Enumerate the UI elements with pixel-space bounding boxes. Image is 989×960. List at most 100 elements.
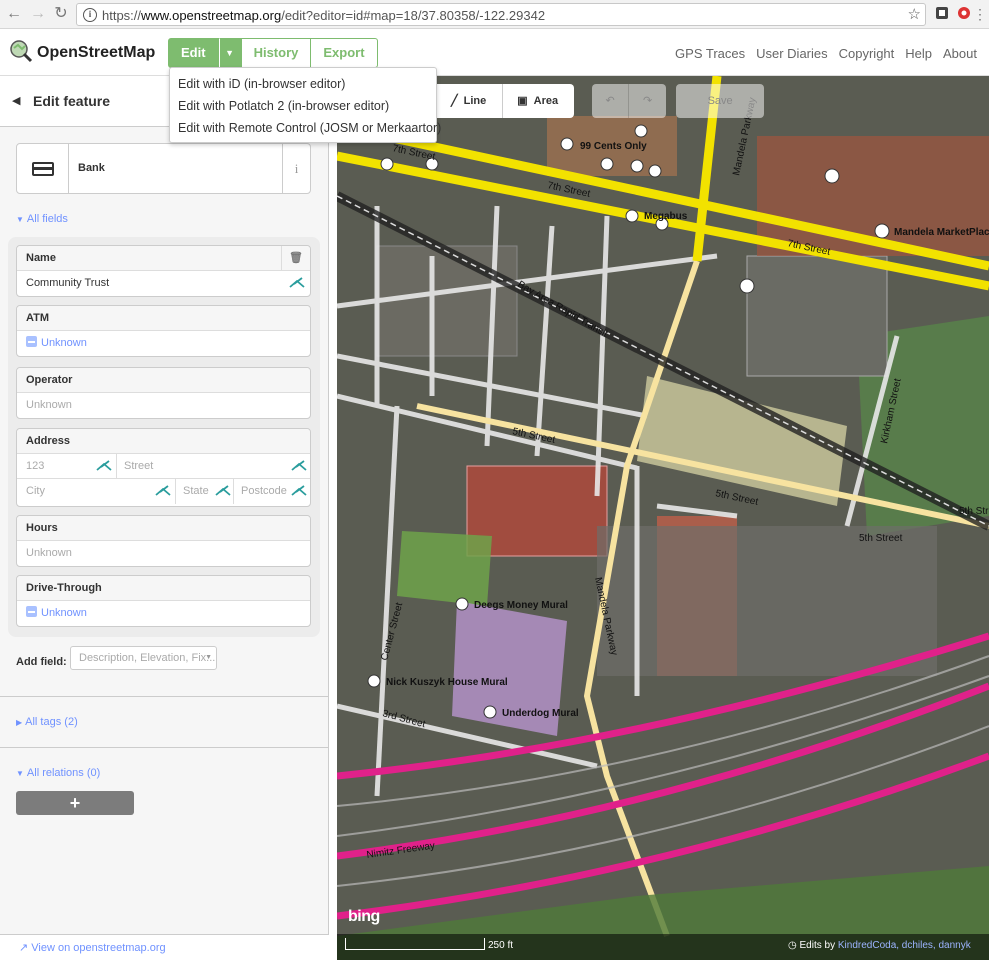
preset-info-icon[interactable]: i bbox=[282, 144, 310, 193]
sidebar: ◀ Edit feature Bank i ▼ All fields Name 🗑 … bbox=[0, 76, 329, 960]
field-name: Name 🗑 Community Trust bbox=[16, 245, 311, 297]
poi-label: Deegs Money Mural bbox=[474, 600, 568, 611]
wiki-icon[interactable] bbox=[154, 483, 172, 499]
address-bar[interactable]: i https://www.openstreetmap.org/edit?edi… bbox=[76, 3, 926, 26]
operator-input[interactable]: Unknown bbox=[17, 393, 310, 418]
add-line-button[interactable]: ╱ Line bbox=[437, 84, 504, 118]
all-tags-toggle[interactable]: ▶ All tags (2) bbox=[16, 716, 78, 728]
help-link[interactable]: Help bbox=[905, 46, 932, 61]
field-label: Address bbox=[17, 429, 310, 454]
bookmark-star-icon[interactable]: ☆ bbox=[908, 5, 921, 23]
field-drive-through: Drive-Through Unknown bbox=[16, 575, 311, 627]
extension-icon[interactable] bbox=[935, 6, 949, 20]
field-hours: Hours Unknown bbox=[16, 515, 311, 567]
address-row-2: City State Postcode bbox=[17, 479, 310, 504]
street-input[interactable]: Street bbox=[124, 454, 153, 479]
map-canvas[interactable]: 7th Street 7th Street 7th Street Mandela… bbox=[337, 76, 989, 960]
wiki-icon[interactable] bbox=[214, 483, 232, 499]
user-diaries-link[interactable]: User Diaries bbox=[756, 46, 828, 61]
street-label: 5th Street bbox=[859, 533, 903, 544]
menu-item-edit-remote[interactable]: Edit with Remote Control (JOSM or Merkaa… bbox=[170, 117, 441, 139]
edit-button[interactable]: Edit bbox=[168, 38, 219, 68]
credit-card-icon bbox=[32, 162, 54, 176]
drive-through-checkbox[interactable]: Unknown bbox=[17, 601, 310, 626]
history-button[interactable]: History bbox=[240, 38, 312, 68]
menu-item-edit-id[interactable]: Edit with iD (in-browser editor) bbox=[170, 73, 436, 95]
preset-selector[interactable]: Bank i bbox=[16, 143, 311, 194]
add-area-button[interactable]: ▣ Area bbox=[503, 84, 575, 118]
map-toolbar: ╱ Line ▣ Area ↶ ↷ Save bbox=[437, 84, 765, 118]
city-input[interactable]: City bbox=[26, 479, 45, 504]
gps-traces-link[interactable]: GPS Traces bbox=[675, 46, 745, 61]
line-icon: ╱ bbox=[451, 95, 458, 107]
address-row-1: 123 Street bbox=[17, 454, 310, 479]
checkbox-icon bbox=[26, 336, 37, 347]
field-label: Operator bbox=[17, 368, 310, 393]
edit-dropdown-caret-icon[interactable]: ▼ bbox=[218, 38, 241, 68]
menu-item-edit-potlatch[interactable]: Edit with Potlatch 2 (in-browser editor) bbox=[170, 95, 436, 117]
view-on-osm-link[interactable]: ↗ View on openstreetmap.org bbox=[19, 941, 166, 954]
poi-label: Nick Kuszyk House Mural bbox=[386, 677, 508, 688]
export-button[interactable]: Export bbox=[311, 38, 378, 68]
field-address: Address 123 Street City State Postcode bbox=[16, 428, 311, 507]
map-imagery[interactable]: 7th Street 7th Street 7th Street Mandela… bbox=[337, 76, 989, 960]
osm-logo-icon[interactable] bbox=[9, 39, 33, 63]
name-input[interactable]: Community Trust bbox=[17, 271, 310, 296]
all-relations-toggle[interactable]: ▼ All relations (0) bbox=[16, 767, 100, 779]
disclosure-down-icon: ▼ bbox=[16, 215, 24, 224]
back-triangle-icon[interactable]: ◀ bbox=[12, 94, 20, 107]
divider bbox=[175, 479, 176, 504]
checkbox-icon bbox=[26, 606, 37, 617]
wiki-icon[interactable] bbox=[95, 458, 113, 474]
field-operator: Operator Unknown bbox=[16, 367, 311, 419]
about-link[interactable]: About bbox=[943, 46, 977, 61]
field-label: Drive-Through bbox=[17, 576, 310, 601]
history-icon: ◷ bbox=[788, 940, 797, 951]
street-label: 5th Street bbox=[959, 506, 989, 517]
area-icon: ▣ bbox=[517, 95, 528, 107]
url-text[interactable]: https://www.openstreetmap.org/edit?edito… bbox=[102, 8, 545, 23]
editor-links[interactable]: KindredCoda, dchiles, dannyk bbox=[838, 940, 971, 951]
save-button[interactable]: Save bbox=[676, 84, 765, 118]
parking-lot bbox=[597, 526, 937, 676]
extension-gear-icon[interactable] bbox=[957, 6, 971, 20]
state-input[interactable]: State bbox=[183, 479, 209, 504]
info-icon[interactable]: i bbox=[83, 8, 97, 22]
poi-label: Mandela MarketPlace bbox=[894, 227, 989, 238]
poi-label: 99 Cents Only bbox=[580, 141, 647, 152]
osm-header: OpenStreetMap Edit ▼ History Export GPS … bbox=[0, 29, 989, 76]
add-field-label: Add field: bbox=[16, 656, 67, 668]
undo-button[interactable]: ↶ bbox=[592, 84, 630, 118]
poi-label: Underdog Mural bbox=[502, 708, 579, 719]
all-fields-toggle[interactable]: ▼ All fields bbox=[16, 213, 68, 225]
wiki-icon[interactable] bbox=[290, 458, 308, 474]
forward-arrow-icon[interactable]: → bbox=[28, 4, 48, 24]
back-arrow-icon[interactable]: ← bbox=[4, 4, 24, 24]
translate-icon[interactable] bbox=[288, 275, 306, 291]
hours-input[interactable]: Unknown bbox=[17, 541, 310, 566]
field-label: Hours bbox=[17, 516, 310, 541]
field-atm: ATM Unknown bbox=[16, 305, 311, 357]
wiki-icon[interactable] bbox=[290, 483, 308, 499]
poi-label: Megabus bbox=[644, 211, 688, 222]
preset-name[interactable]: Bank bbox=[78, 162, 105, 174]
page-title: Edit feature bbox=[33, 93, 111, 109]
sidebar-footer: ↗ View on openstreetmap.org bbox=[0, 934, 329, 960]
edit-dropdown-menu: Edit with iD (in-browser editor) Edit wi… bbox=[169, 67, 441, 143]
divider bbox=[0, 696, 329, 697]
preset-icon-box[interactable] bbox=[17, 144, 69, 193]
copyright-link[interactable]: Copyright bbox=[839, 46, 895, 61]
menu-icon[interactable]: ⋮ bbox=[973, 4, 987, 24]
browser-toolbar: ← → ↻ i https://www.openstreetmap.org/ed… bbox=[0, 0, 989, 29]
atm-checkbox[interactable]: Unknown bbox=[17, 331, 310, 356]
housenumber-input[interactable]: 123 bbox=[26, 454, 44, 479]
trash-icon[interactable]: 🗑 bbox=[281, 246, 310, 271]
add-field-combobox[interactable]: Description, Elevation, Fix... ▼ bbox=[70, 646, 217, 670]
osm-brand[interactable]: OpenStreetMap bbox=[37, 44, 155, 62]
reload-icon[interactable]: ↻ bbox=[51, 4, 71, 24]
redo-button[interactable]: ↷ bbox=[629, 84, 667, 118]
postcode-input[interactable]: Postcode bbox=[241, 479, 287, 504]
edit-button-group: Edit ▼ History Export bbox=[168, 38, 378, 68]
add-relation-button[interactable]: + bbox=[16, 791, 134, 815]
